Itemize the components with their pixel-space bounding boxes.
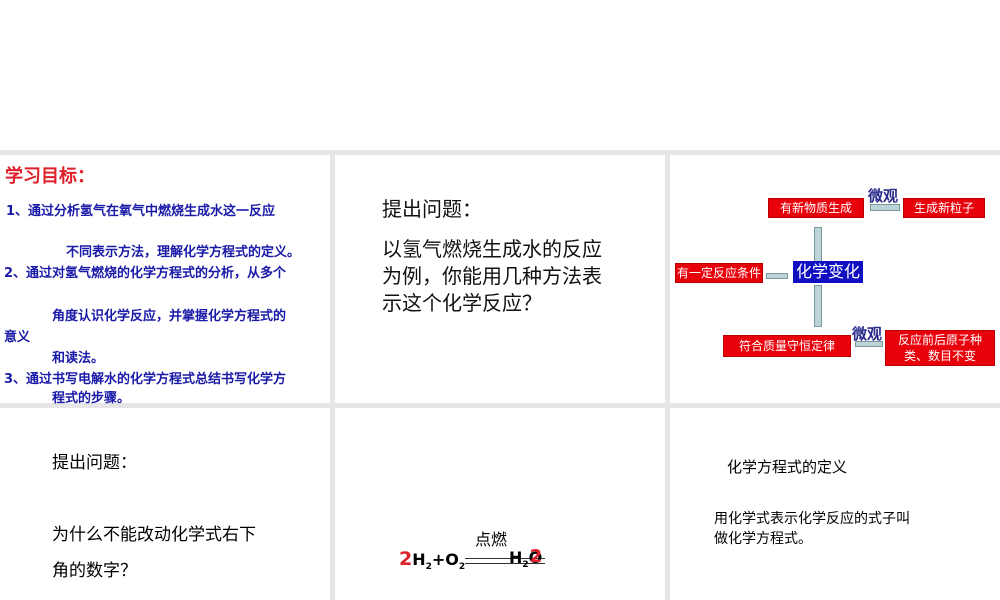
slide-learning-goals[interactable]: 学习目标： 1、通过分析氢气在氧气中燃烧生成水这一反应 不同表示方法，理解化学方… [0,155,330,406]
question-heading: 提出问题： [382,197,482,221]
slide-question-subscript[interactable]: 提出问题： 为什么不能改动化学式右下 角的数字？ [0,408,330,600]
goal-line: 2、通过对氢气燃烧的化学方程式的分析，从多个 [4,266,287,281]
arrow-right-icon [855,341,883,347]
arrow-down-icon [814,285,822,327]
question-line: 角的数字？ [52,561,137,581]
definition-line: 做化学方程式。 [714,531,812,547]
coefficient: 2 [529,546,543,567]
goals-title: 学习目标： [5,166,95,187]
box-reaction-condition: 有一定反应条件 [675,263,763,283]
symbol: H [509,548,523,567]
center-chemical-change: 化学变化 [793,261,864,283]
slide-equation[interactable]: 点燃 2H2+O2 H2O 2 [335,408,665,600]
reactants: 2H2+O2 [399,548,465,572]
definition-title: 化学方程式的定义 [727,458,848,476]
question-line: 为什么不能改动化学式右下 [52,525,256,545]
box-line: 类、数目不变 [903,349,976,363]
goal-line: 意义 [4,330,31,345]
goal-line: 不同表示方法，理解化学方程式的定义。 [66,245,301,260]
box-mass-conservation: 符合质量守恒定律 [723,335,851,357]
coefficient: 2 [399,548,413,570]
box-new-particles: 生成新粒子 [903,198,985,218]
slide-definition[interactable]: 化学方程式的定义 用化学式表示化学反应的式子叫 做化学方程式。 [670,408,1000,600]
slide-concept-map[interactable]: 有新物质生成 微观 生成新粒子 有一定反应条件 化学变化 符合质量守恒定律 微观… [670,155,1000,403]
question-heading: 提出问题： [52,453,137,473]
box-line: 反应前后原子种 [897,333,982,347]
box-new-substance: 有新物质生成 [768,198,864,218]
product: H2O 2 [509,546,543,570]
symbol: +O [431,550,459,569]
goal-line: 程式的步骤。 [52,391,131,406]
micro-label: 微观 [868,187,899,205]
condition-label: 点燃 [475,530,508,549]
question-line: 示这个化学反应？ [382,291,542,315]
goal-line: 3、通过书写电解水的化学方程式总结书写化学方 [4,372,287,387]
goal-line: 和读法。 [52,351,105,366]
slide-grid: 学习目标： 1、通过分析氢气在氧气中燃烧生成水这一反应 不同表示方法，理解化学方… [0,150,1000,600]
arrow-right-icon [870,204,900,211]
definition-line: 用化学式表示化学反应的式子叫 [714,511,910,527]
symbol: H [412,550,426,569]
symbol-o: O2 [529,546,543,567]
box-atoms-unchanged: 反应前后原子种 类、数目不变 [885,330,995,366]
arrow-left-icon [766,273,788,279]
goal-line: 角度认识化学反应，并掌握化学方程式的 [52,309,287,324]
goal-line: 1、通过分析氢气在氧气中燃烧生成水这一反应 [6,204,276,219]
slide-question-methods[interactable]: 提出问题： 以氢气燃烧生成水的反应 为例，你能用几种方法表 示这个化学反应？ [335,155,665,403]
